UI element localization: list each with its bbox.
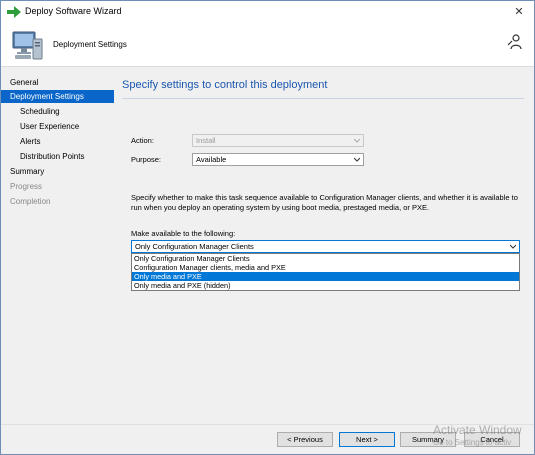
content-title: Specify settings to control this deploym… bbox=[122, 79, 328, 91]
green-arrow-icon bbox=[7, 6, 21, 18]
nav-item-distribution-points[interactable]: Distribution Points bbox=[1, 150, 114, 163]
content-panel: Specify settings to control this deploym… bbox=[115, 68, 530, 424]
make-available-select[interactable]: Only Configuration Manager Clients bbox=[131, 240, 520, 253]
chevron-down-icon bbox=[510, 244, 516, 249]
previous-button[interactable]: < Previous bbox=[277, 432, 333, 447]
deployment-description: Specify whether to make this task sequen… bbox=[131, 193, 518, 212]
purpose-select[interactable]: Available bbox=[192, 153, 364, 166]
close-button[interactable]: ✕ bbox=[504, 1, 534, 23]
dropdown-option[interactable]: Only Configuration Manager Clients bbox=[132, 254, 519, 263]
nav-item-alerts[interactable]: Alerts bbox=[1, 135, 114, 148]
dropdown-option[interactable]: Configuration Manager clients, media and… bbox=[132, 263, 519, 272]
nav-item-summary[interactable]: Summary bbox=[1, 165, 114, 178]
nav-item-progress: Progress bbox=[10, 182, 43, 191]
wizard-window: Deploy Software Wizard ✕ Deployment Sett… bbox=[0, 0, 535, 455]
help-person-icon[interactable] bbox=[506, 33, 524, 51]
window-title: Deploy Software Wizard bbox=[25, 6, 122, 16]
action-select: Install bbox=[192, 134, 364, 147]
nav-item-general[interactable]: General bbox=[1, 76, 114, 89]
page-title: Deployment Settings bbox=[53, 40, 127, 49]
next-button[interactable]: Next > bbox=[339, 432, 395, 447]
make-available-dropdown: Only Configuration Manager Clients Confi… bbox=[131, 253, 520, 291]
make-available-label: Make available to the following: bbox=[131, 229, 236, 238]
nav-item-user-experience[interactable]: User Experience bbox=[1, 120, 114, 133]
make-available-value: Only Configuration Manager Clients bbox=[135, 242, 254, 251]
wizard-nav: General Deployment Settings Scheduling U… bbox=[1, 68, 114, 454]
nav-item-completion: Completion bbox=[10, 197, 51, 206]
dropdown-option[interactable]: Only media and PXE (hidden) bbox=[132, 281, 519, 290]
action-value: Install bbox=[196, 136, 216, 145]
chevron-down-icon bbox=[354, 138, 360, 143]
action-label: Action: bbox=[131, 136, 154, 145]
nav-item-deployment-settings[interactable]: Deployment Settings bbox=[1, 90, 114, 103]
purpose-label: Purpose: bbox=[131, 155, 162, 164]
title-bar: Deploy Software Wizard ✕ bbox=[1, 1, 534, 23]
activate-watermark: Activate Window bbox=[433, 423, 522, 437]
nav-item-scheduling[interactable]: Scheduling bbox=[1, 105, 114, 118]
title-divider bbox=[122, 98, 524, 99]
purpose-value: Available bbox=[196, 155, 227, 164]
activate-watermark-sub: Go to Settings to activ bbox=[433, 438, 512, 447]
header-band: Deployment Settings bbox=[1, 23, 534, 67]
chevron-down-icon bbox=[354, 157, 360, 162]
computer-icon bbox=[12, 31, 43, 60]
dropdown-option-selected[interactable]: Only media and PXE bbox=[132, 272, 519, 281]
